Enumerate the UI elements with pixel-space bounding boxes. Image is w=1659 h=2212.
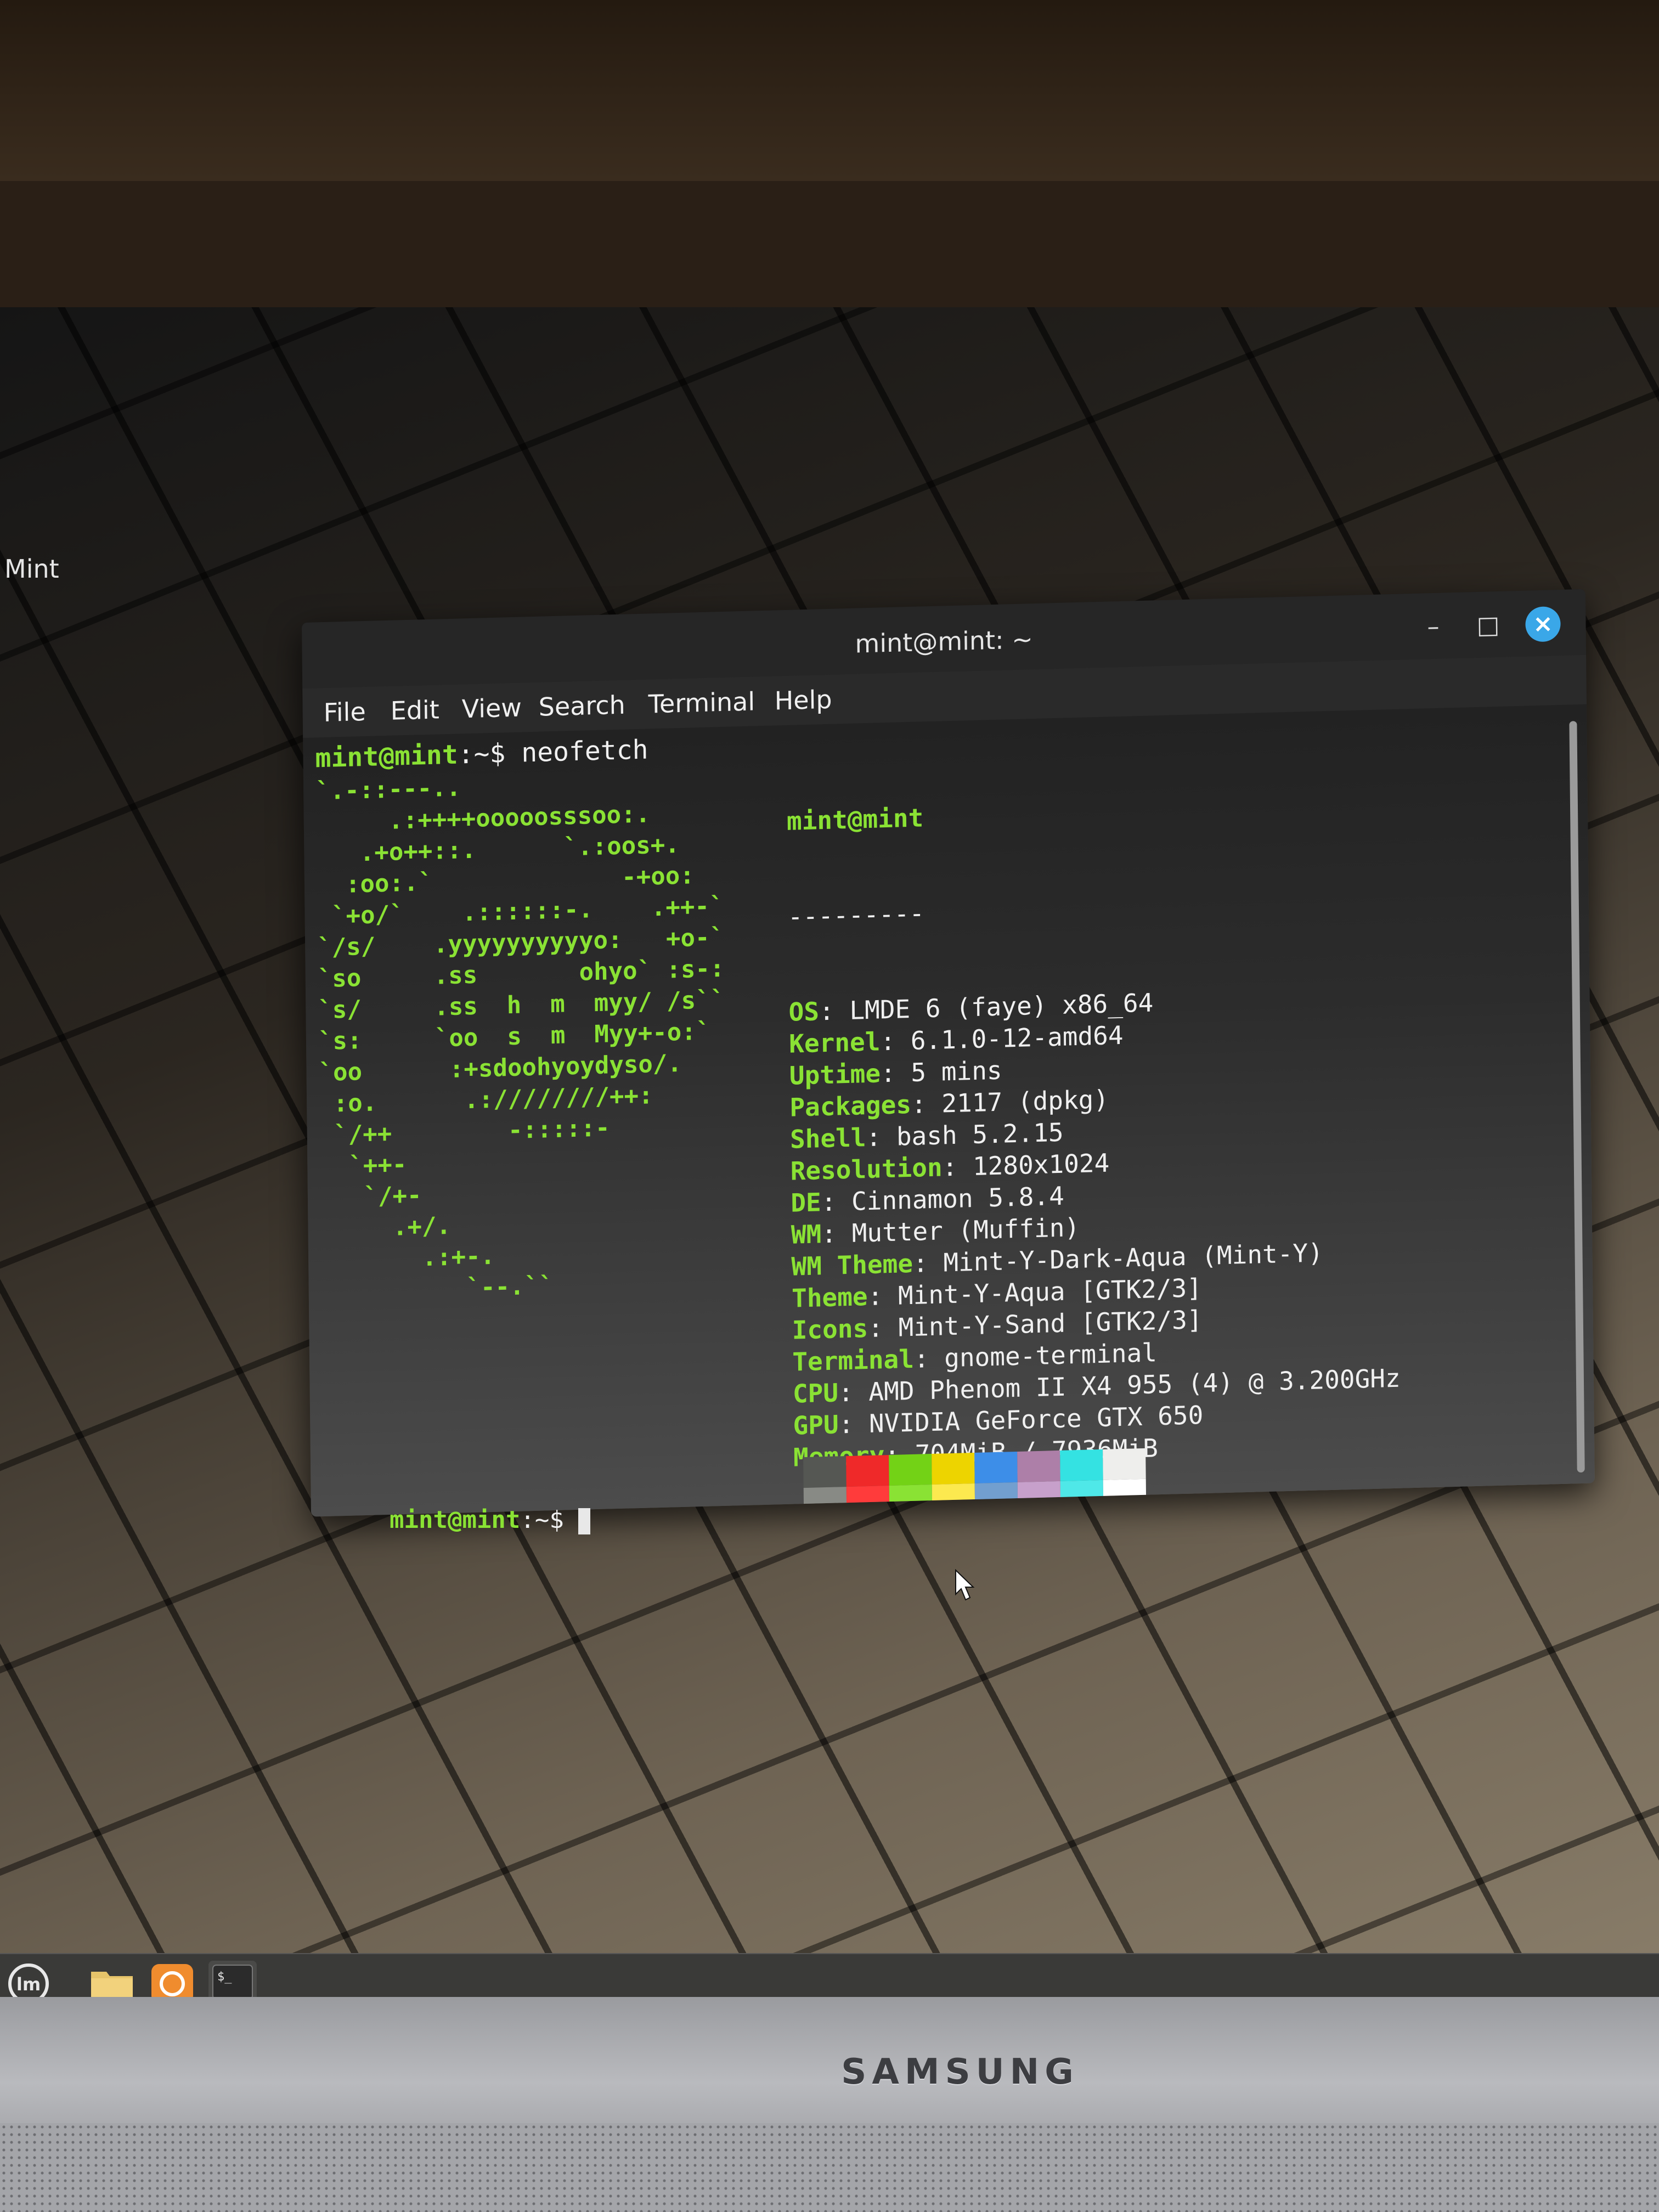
palette-swatch — [974, 1482, 1018, 1514]
palette-swatch — [932, 1483, 975, 1516]
terminal-window[interactable]: mint@mint: ~ – □ × File Edit View Search… — [302, 589, 1595, 1517]
command-line: mint@mint:~$ neofetch — [315, 734, 648, 774]
prompt-user: mint@mint — [315, 739, 458, 774]
info-value: 1280x1024 — [972, 1148, 1110, 1182]
svg-text:$_: $_ — [217, 1970, 232, 1984]
command-text: neofetch — [521, 734, 648, 769]
info-key: DE — [790, 1187, 821, 1218]
prompt-path: :~$ — [458, 738, 506, 770]
palette-swatch — [803, 1487, 847, 1517]
info-key: GPU — [793, 1409, 839, 1441]
palette-swatch — [889, 1454, 932, 1486]
info-key: Uptime — [789, 1058, 881, 1091]
menu-terminal[interactable]: Terminal — [648, 686, 755, 719]
monitor-brand-logo: SAMSUNG — [841, 2052, 1079, 2092]
info-key: Shell — [789, 1122, 866, 1154]
palette-swatch — [846, 1455, 889, 1487]
color-palette — [803, 1448, 1147, 1517]
palette-swatch — [1103, 1479, 1147, 1511]
prompt-user-2: mint@mint — [390, 1506, 521, 1534]
palette-swatch — [1017, 1481, 1061, 1513]
menu-search[interactable]: Search — [538, 690, 625, 722]
info-value: bash 5.2.15 — [896, 1117, 1064, 1152]
info-value: gnome-terminal — [944, 1338, 1158, 1373]
info-key: WM — [791, 1219, 822, 1250]
palette-swatch — [974, 1451, 1018, 1483]
palette-swatch — [846, 1486, 890, 1517]
system-info: mint@mint --------- OS: LMDE 6 (faye) x8… — [786, 726, 1402, 1517]
palette-swatch — [932, 1452, 975, 1485]
prompt-path-2: :~$ — [520, 1506, 564, 1534]
mouse-cursor-icon — [955, 1569, 975, 1601]
palette-swatch — [889, 1485, 933, 1517]
debian-ascii-logo: `.-::---.. .:++++ooooosssoo:. .+o++::. `… — [315, 765, 728, 1307]
info-value: 2117 (dpkg) — [941, 1084, 1109, 1119]
palette-swatch — [803, 1456, 847, 1488]
info-key: Resolution — [790, 1152, 943, 1186]
info-value: 6.1.0-12-amd64 — [910, 1020, 1124, 1056]
menu-edit[interactable]: Edit — [390, 695, 439, 725]
palette-swatch — [1103, 1448, 1146, 1480]
palette-swatch — [1017, 1450, 1060, 1482]
palette-swatch — [1060, 1480, 1104, 1512]
info-key: Packages — [789, 1089, 912, 1122]
info-key: WM Theme — [791, 1248, 913, 1282]
monitor-speaker-grille — [0, 2123, 1659, 2212]
active-prompt[interactable]: mint@mint:~$ — [390, 1506, 591, 1534]
info-key: Terminal — [792, 1344, 915, 1377]
text-cursor — [578, 1508, 591, 1534]
info-key: Icons — [792, 1313, 868, 1345]
info-key: Theme — [791, 1282, 868, 1313]
menu-help[interactable]: Help — [774, 685, 832, 716]
menu-view[interactable]: View — [461, 693, 522, 724]
room-background — [0, 0, 1659, 181]
info-value: 5 mins — [911, 1055, 1002, 1087]
info-value: Mutter (Muffin) — [851, 1212, 1080, 1248]
info-header: mint@mint — [786, 803, 924, 836]
desktop: Mint mint@mint: ~ – □ × File Edit View S… — [0, 307, 1659, 2008]
svg-text:lm: lm — [16, 1974, 41, 1995]
info-value: Cinnamon 5.8.4 — [851, 1181, 1065, 1216]
info-key: CPU — [792, 1378, 839, 1409]
info-separator: --------- — [787, 898, 925, 932]
info-key: OS — [788, 996, 820, 1027]
menu-file[interactable]: File — [323, 697, 366, 727]
scrollbar[interactable] — [1569, 721, 1585, 1473]
palette-swatch — [1060, 1449, 1103, 1481]
info-key: Kernel — [788, 1026, 881, 1059]
desktop-icon-label[interactable]: Mint — [4, 554, 59, 584]
